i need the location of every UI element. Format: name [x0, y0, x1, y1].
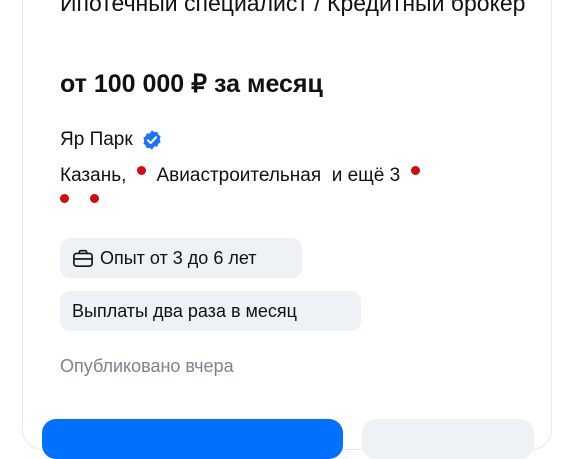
verified-check-icon	[143, 130, 161, 150]
published-date: Опубликовано вчера	[60, 356, 234, 376]
experience-label: Опыт от 3 до 6 лет	[100, 247, 257, 268]
metro-station: Авиастроительная	[156, 165, 322, 186]
salary: от 100 000 ₽ за месяц	[60, 70, 323, 98]
payouts-label: Выплаты два раза в месяц	[72, 300, 297, 321]
metro-line-icon	[136, 166, 146, 176]
city: Казань,	[60, 165, 127, 186]
experience-chip: Опыт от 3 до 6 лет	[60, 238, 302, 278]
more-stations[interactable]: и ещё 3	[332, 165, 401, 186]
company-row: Яр Парк	[60, 127, 163, 153]
respond-button[interactable]	[42, 419, 343, 459]
company-name[interactable]: Яр Парк	[60, 127, 133, 153]
payouts-chip: Выплаты два раза в месяц	[60, 291, 361, 331]
metro-line-icon	[60, 194, 69, 203]
metro-line-icon	[410, 166, 420, 176]
contacts-button[interactable]	[362, 419, 534, 459]
metro-lines	[60, 194, 99, 203]
metro-line-icon	[90, 194, 99, 203]
location: Казань, Авиастроительная и ещё 3	[60, 162, 540, 190]
vacancy-title[interactable]: Ипотечный специалист / Кредитный брокер	[60, 0, 530, 20]
briefcase-icon	[73, 249, 93, 267]
